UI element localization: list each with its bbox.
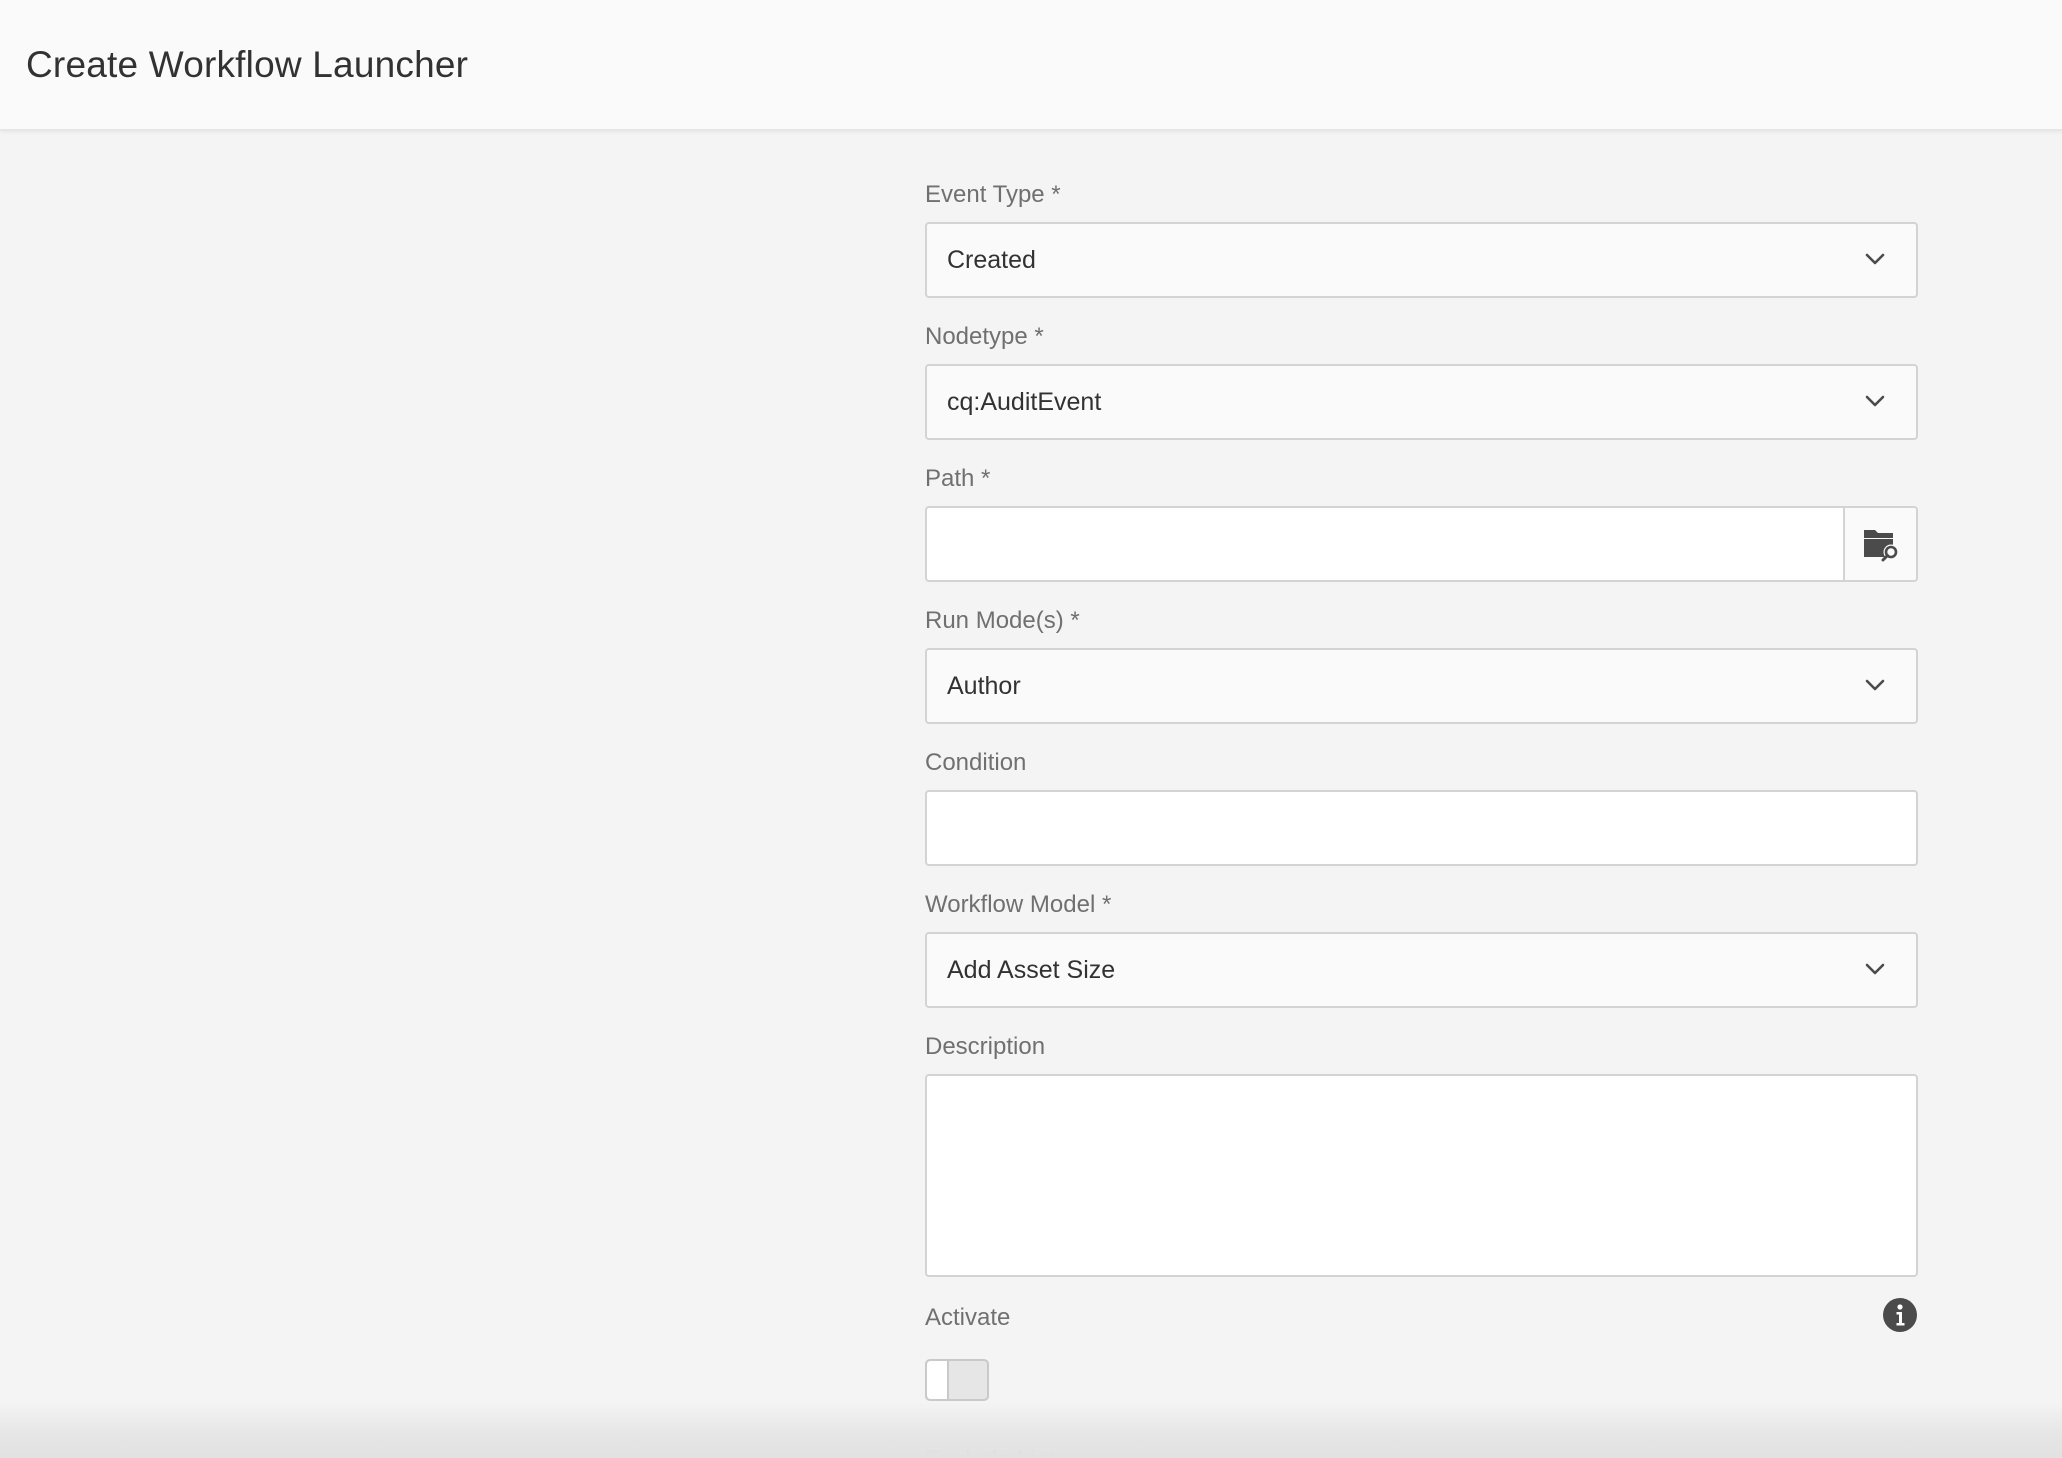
description-field: Description: [925, 1030, 1918, 1277]
event-type-select[interactable]: Created: [925, 222, 1918, 298]
run-modes-select[interactable]: Author: [925, 648, 1918, 724]
event-type-value: Created: [947, 246, 1036, 274]
activate-label: Activate: [925, 1304, 1011, 1331]
path-label: Path *: [925, 465, 991, 492]
path-browse-button[interactable]: [1843, 506, 1918, 582]
workflow-model-select[interactable]: Add Asset Size: [925, 932, 1918, 1008]
condition-field: Condition: [925, 746, 1918, 866]
info-icon[interactable]: [1882, 1297, 1918, 1333]
workflow-model-field: Workflow Model * Add Asset Size: [925, 888, 1918, 1008]
nodetype-select[interactable]: cq:AuditEvent: [925, 364, 1918, 440]
chevron-down-icon: [1865, 395, 1885, 407]
chevron-down-icon: [1865, 253, 1885, 265]
folder-search-icon: [1863, 530, 1898, 562]
nodetype-value: cq:AuditEvent: [947, 388, 1102, 416]
header-bar: Create Workflow Launcher: [0, 0, 2062, 131]
path-input[interactable]: [925, 506, 1843, 582]
activate-row: Activate: [925, 1297, 1918, 1341]
nodetype-field: Nodetype * cq:AuditEvent: [925, 320, 1918, 440]
chevron-down-icon: [1865, 963, 1885, 975]
path-field: Path *: [925, 462, 1918, 582]
condition-label: Condition: [925, 749, 1027, 776]
workflow-model-label: Workflow Model *: [925, 891, 1112, 918]
event-type-label: Event Type *: [925, 181, 1061, 208]
run-modes-field: Run Mode(s) * Author: [925, 604, 1918, 724]
activate-switch[interactable]: [925, 1359, 989, 1401]
launcher-form: Event Type * Created Nodetype * cq:Audit…: [925, 178, 1918, 1458]
nodetype-label: Nodetype *: [925, 323, 1044, 350]
page-title: Create Workflow Launcher: [26, 44, 469, 85]
description-label: Description: [925, 1033, 1046, 1060]
chevron-down-icon: [1865, 679, 1885, 691]
run-modes-value: Author: [947, 672, 1021, 700]
page: Create Workflow Launcher Event Type * Cr…: [0, 0, 2062, 1458]
path-picker: [925, 506, 1918, 582]
condition-input[interactable]: [925, 790, 1918, 866]
event-type-field: Event Type * Created: [925, 178, 1918, 298]
activate-switch-knob: [927, 1361, 949, 1399]
run-modes-label: Run Mode(s) *: [925, 607, 1080, 634]
exclude-list-label: Exclude List: [925, 1443, 1918, 1458]
workflow-model-value: Add Asset Size: [947, 956, 1116, 984]
description-textarea[interactable]: [925, 1074, 1918, 1277]
